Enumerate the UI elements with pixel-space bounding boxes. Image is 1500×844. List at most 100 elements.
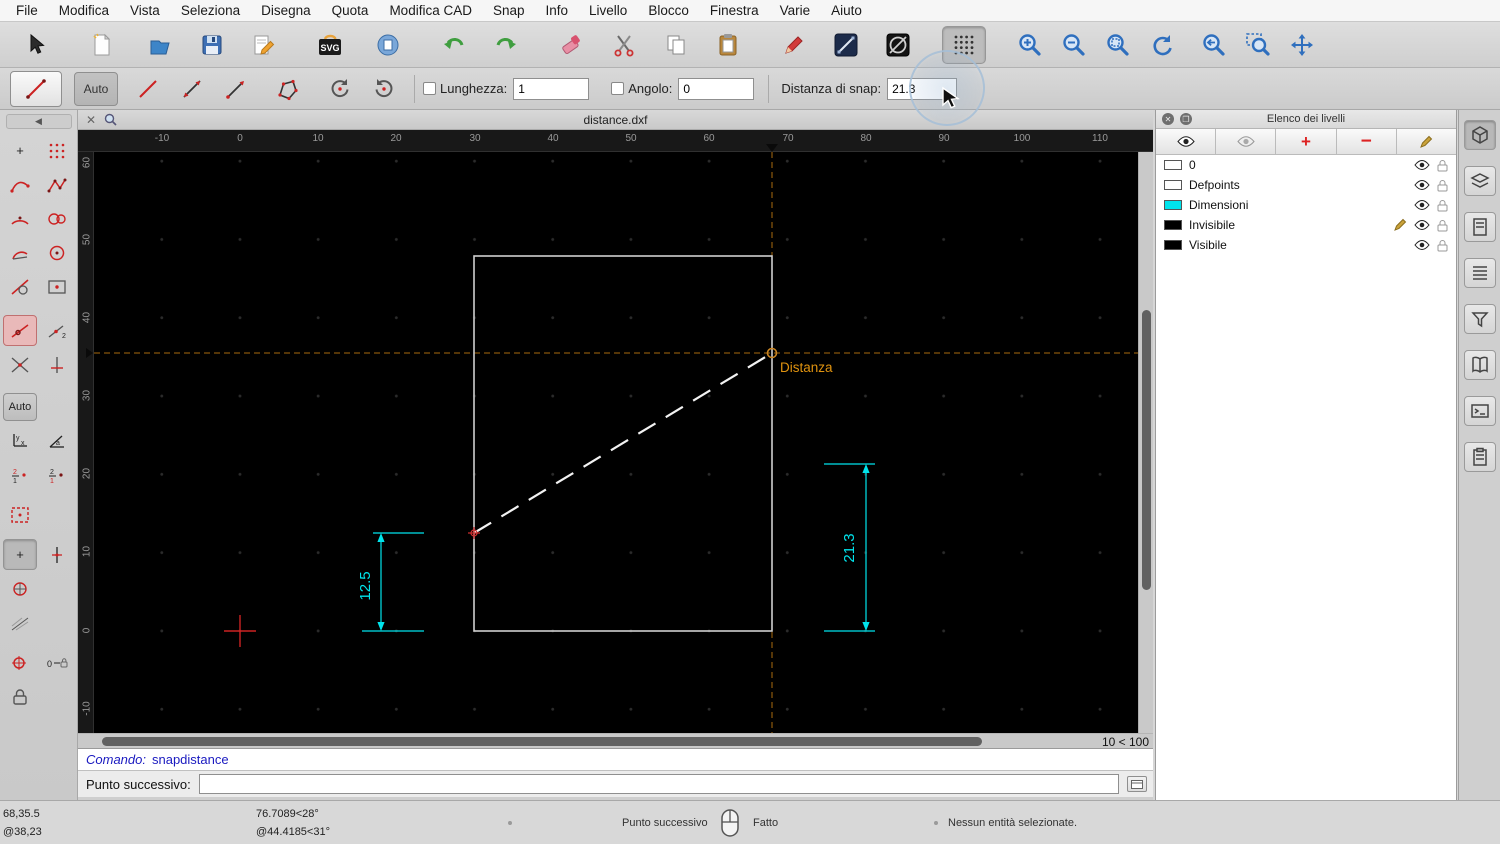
redo-button[interactable] [484,26,528,64]
zoom-redraw-button[interactable] [1140,26,1184,64]
snap-orthogonal-button[interactable] [40,349,74,380]
lock-relative-zero-button[interactable] [3,681,37,712]
angle-hatch-button[interactable] [3,607,37,638]
dimension-right[interactable]: 21.3 [824,463,875,632]
polygon-button[interactable] [266,70,310,108]
snap-endpoint-button[interactable] [40,539,74,570]
select-window-button[interactable] [3,499,37,530]
arc-tangent-tool-button[interactable] [3,237,37,268]
length-input[interactable] [513,77,590,100]
menu-disegna[interactable]: Disegna [261,3,311,18]
lock-icon[interactable] [1437,199,1448,212]
lock-icon[interactable] [1437,219,1448,232]
paste-button[interactable] [706,26,750,64]
float-panel-button[interactable]: ❐ [1180,113,1192,125]
zoom-window-button[interactable] [1236,26,1280,64]
snap-grid-button[interactable]: + [3,539,37,570]
layer-row-invisibile[interactable]: Invisibile [1156,215,1456,235]
active-tool-button[interactable] [10,70,62,107]
draw-pen-button[interactable] [772,26,816,64]
delete-button[interactable] [550,26,594,64]
select-cursor-button[interactable] [14,26,58,64]
length-checkbox[interactable] [423,82,436,95]
dock-toggle-command-line[interactable] [1463,396,1496,426]
view-icon[interactable] [104,113,117,126]
layer-color-swatch[interactable] [1164,200,1182,210]
zoom-auto-button[interactable] [1096,26,1140,64]
restrict-zero-button[interactable]: 0 [40,647,74,678]
edit-layer-button[interactable] [1396,129,1457,154]
menu-quota[interactable]: Quota [332,3,369,18]
layer-color-swatch[interactable] [1164,220,1182,230]
point-grid-tool-button[interactable] [40,135,74,166]
drawing-canvas[interactable]: 12.5 21.3 Distanza [94,152,1138,733]
snap-middle-button[interactable]: 2 [40,315,74,346]
copy-button[interactable] [654,26,698,64]
menu-blocco[interactable]: Blocco [648,3,689,18]
menu-info[interactable]: Info [546,3,569,18]
visibility-eye-icon[interactable] [1414,239,1430,251]
polyline-tool-button[interactable] [40,169,74,200]
cut-button[interactable] [602,26,646,64]
layer-color-swatch[interactable] [1164,180,1182,190]
snap-intersection-button[interactable] [3,349,37,380]
vscroll-thumb[interactable] [1142,310,1151,590]
zoom-out-button[interactable] [1052,26,1096,64]
save-as-button[interactable] [242,26,286,64]
rect-point-tool-button[interactable] [40,271,74,302]
dock-toggle-view-list[interactable] [1463,258,1496,288]
print-preview-button[interactable] [366,26,410,64]
arc-tool-button[interactable] [3,203,37,234]
remove-layer-button[interactable]: − [1336,129,1397,154]
line-angle-button[interactable] [170,70,214,108]
angle-checkbox[interactable] [611,82,625,95]
layer-color-swatch[interactable] [1164,240,1182,250]
spline-tool-button[interactable] [3,169,37,200]
horizontal-scrollbar[interactable]: 10 < 100 [78,733,1153,749]
coord-cartesian-button[interactable]: yx [3,425,37,456]
line-horizontal-button[interactable] [214,70,258,108]
snap-distance-button[interactable] [3,315,37,346]
menu-livello[interactable]: Livello [589,3,627,18]
lock-icon[interactable] [1437,179,1448,192]
svg-export-button[interactable]: SVG [308,26,352,64]
layer-row-defpoints[interactable]: Defpoints [1156,175,1456,195]
restrict-double-button[interactable]: 21 [40,459,74,490]
line-auto-button[interactable]: Auto [74,71,118,106]
line-tool-button[interactable] [824,26,868,64]
menu-file[interactable]: File [16,3,38,18]
menu-modifica[interactable]: Modifica [59,3,109,18]
visibility-eye-icon[interactable] [1414,199,1430,211]
menu-finestra[interactable]: Finestra [710,3,759,18]
restrict-half-button[interactable]: 21 [3,459,37,490]
zoom-pan-button[interactable] [1280,26,1324,64]
menu-vista[interactable]: Vista [130,3,160,18]
menu-varie[interactable]: Varie [780,3,811,18]
dock-toggle-property-editor[interactable] [1463,120,1496,150]
dock-toggle-selection-filter[interactable] [1463,304,1496,334]
visibility-eye-icon[interactable] [1414,159,1430,171]
command-input[interactable] [198,774,1119,794]
menu-seleziona[interactable]: Seleziona [181,3,240,18]
save-button[interactable] [190,26,234,64]
close-panel-button[interactable]: ✕ [1162,113,1174,125]
dock-toggle-clipboard-panel[interactable] [1463,442,1496,472]
coord-polar-button[interactable]: a [40,425,74,456]
tangent-line-tool-button[interactable] [3,271,37,302]
grid-toggle-button[interactable] [942,25,986,64]
collapse-toolbar-button[interactable]: ◀ [5,114,72,129]
add-layer-button[interactable]: + [1276,129,1337,154]
dock-toggle-library-browser[interactable] [1463,350,1496,380]
point-tool-button[interactable]: + [3,135,37,166]
visibility-eye-icon[interactable] [1414,179,1430,191]
circle-center-tool-button[interactable] [40,237,74,268]
open-file-button[interactable] [138,26,182,64]
zoom-previous-button[interactable] [1192,26,1236,64]
menu-aiuto[interactable]: Aiuto [831,3,862,18]
dock-command-button[interactable] [1127,776,1147,792]
hscroll-thumb[interactable] [102,737,982,746]
close-document-button[interactable]: ✕ [84,113,98,127]
layer-row-0[interactable]: 0 [1156,155,1456,175]
rotate-right-button[interactable] [362,70,406,108]
dimension-left[interactable]: 12.5 [357,532,424,632]
